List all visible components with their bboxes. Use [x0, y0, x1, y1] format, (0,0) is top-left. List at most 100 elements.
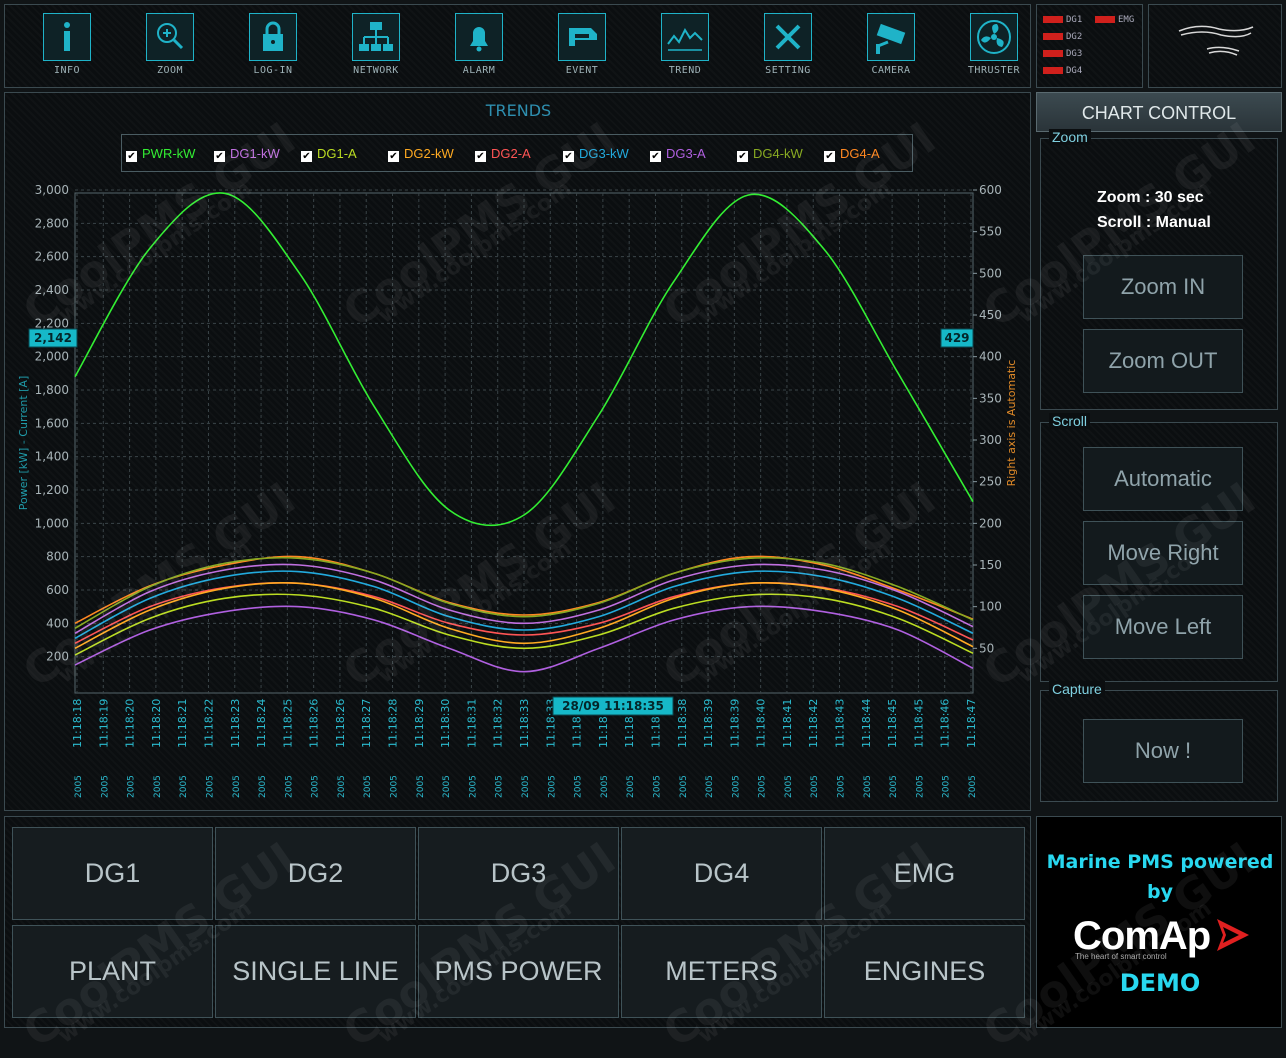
- logo-panel: [1148, 4, 1282, 88]
- scroll-group: Scroll Automatic Move Right Move Left: [1040, 413, 1278, 682]
- y-left-tick-label: 600: [46, 583, 69, 597]
- led-icon: [1043, 16, 1063, 23]
- toolbar-label: CAMERA: [871, 65, 911, 76]
- status-panel: DG1 EMG DG2 DG3 DG4: [1036, 4, 1143, 88]
- y-right-tick-label: 400: [979, 350, 1002, 364]
- toolbar-network-button[interactable]: NETWORK: [340, 13, 412, 83]
- x-date-label: 2005: [758, 775, 768, 798]
- x-tick-label: 11:18:42: [807, 699, 820, 748]
- status-dg2: DG2: [1043, 32, 1082, 42]
- x-date-label: 2005: [731, 775, 741, 798]
- x-date-label: 2005: [521, 775, 531, 798]
- x-tick-label: 11:18:18: [71, 699, 84, 748]
- x-date-label: 2005: [258, 775, 268, 798]
- x-date-label: 2005: [416, 775, 426, 798]
- status-label: DG4: [1066, 66, 1083, 76]
- x-date-label: 2005: [390, 775, 400, 798]
- nav-dg4-button[interactable]: DG4: [621, 827, 822, 920]
- brand-demo: DEMO: [1119, 969, 1201, 997]
- toolbar-label: NETWORK: [353, 65, 399, 76]
- trend-chart[interactable]: 11:18:18 2005 11:18:19 2005 11:18:20 2005 11:1…: [5, 93, 1032, 812]
- status-label: EMG: [1118, 15, 1135, 25]
- x-tick-label: 11:18:44: [860, 699, 873, 748]
- led-icon: [1043, 33, 1063, 40]
- camera-icon: [867, 13, 915, 61]
- toolbar-thruster-button[interactable]: THRUSTER: [958, 13, 1030, 83]
- cursor-time-marker: 28/09 11:18:35: [562, 699, 664, 713]
- y-right-axis-title: Right axis is Automatic: [1005, 360, 1018, 487]
- nav-dg2-button[interactable]: DG2: [215, 827, 416, 920]
- x-date-label: 2005: [153, 775, 163, 798]
- x-date-label: 2005: [574, 775, 584, 798]
- x-date-label: 2005: [74, 775, 84, 798]
- x-date-label: 2005: [337, 775, 347, 798]
- capture-now-button[interactable]: Now !: [1083, 719, 1243, 783]
- toolbar-label: THRUSTER: [967, 65, 1021, 76]
- y-left-axis-title: Power [kW] - Current [A]: [17, 376, 30, 510]
- zoom-out-button[interactable]: Zoom OUT: [1083, 329, 1243, 393]
- y-right-tick-label: 550: [979, 225, 1002, 239]
- zoom-icon: [146, 13, 194, 61]
- toolbar-log-in-button[interactable]: LOG-IN: [237, 13, 309, 83]
- x-date-label: 2005: [863, 775, 873, 798]
- x-date-label: 2005: [837, 775, 847, 798]
- toolbar-zoom-button[interactable]: ZOOM: [134, 13, 206, 83]
- toolbar-alarm-button[interactable]: ALARM: [443, 13, 515, 83]
- x-date-label: 2005: [652, 775, 662, 798]
- x-date-label: 2005: [363, 775, 373, 798]
- y-left-tick-label: 1,000: [35, 516, 69, 530]
- toolbar-event-button[interactable]: EVENT: [546, 13, 618, 83]
- x-date-label: 2005: [968, 775, 978, 798]
- toolbar-trend-button[interactable]: TREND: [649, 13, 721, 83]
- x-tick-label: 11:18:47: [965, 699, 978, 748]
- toolbar-label: ZOOM: [156, 65, 184, 76]
- left-value-marker: 2,142: [34, 331, 72, 345]
- x-tick-label: 11:18:46: [939, 699, 952, 748]
- y-right-tick-label: 100: [979, 600, 1002, 614]
- x-date-label: 2005: [179, 775, 189, 798]
- y-left-tick-label: 3,000: [35, 183, 69, 197]
- toolbar-setting-button[interactable]: SETTING: [752, 13, 824, 83]
- brand-line2: by: [1147, 881, 1173, 903]
- move-right-button[interactable]: Move Right: [1083, 521, 1243, 585]
- fan-icon: [970, 13, 1018, 61]
- toolbar-info-button[interactable]: INFO: [31, 13, 103, 83]
- y-left-tick-label: 800: [46, 550, 69, 564]
- trend-icon: [661, 13, 709, 61]
- nav-dg1-button[interactable]: DG1: [12, 827, 213, 920]
- toolbar-label: SETTING: [765, 65, 811, 76]
- x-date-label: 2005: [600, 775, 610, 798]
- nav-dg3-button[interactable]: DG3: [418, 827, 619, 920]
- x-tick-label: 11:18:31: [465, 699, 478, 748]
- led-icon: [1095, 16, 1115, 23]
- capture-group-title: Capture: [1049, 681, 1105, 697]
- x-tick-label: 11:18:40: [755, 699, 768, 748]
- network-icon: [352, 13, 400, 61]
- toolbar-camera-button[interactable]: CAMERA: [855, 13, 927, 83]
- status-label: DG3: [1066, 49, 1083, 59]
- nav-emg-button[interactable]: EMG: [824, 827, 1025, 920]
- y-left-tick-label: 1,200: [35, 483, 69, 497]
- y-left-tick-label: 2,400: [35, 283, 69, 297]
- status-label: DG2: [1066, 32, 1083, 42]
- x-date-label: 2005: [284, 775, 294, 798]
- status-dg1: DG1: [1043, 15, 1082, 25]
- y-right-tick-label: 200: [979, 516, 1002, 530]
- x-tick-label: 11:18:39: [728, 699, 741, 748]
- move-left-button[interactable]: Move Left: [1083, 595, 1243, 659]
- zoom-in-button[interactable]: Zoom IN: [1083, 255, 1243, 319]
- nav-single-line-button[interactable]: SINGLE LINE: [215, 925, 416, 1018]
- automatic-button[interactable]: Automatic: [1083, 447, 1243, 511]
- toolbar-label: INFO: [53, 65, 81, 76]
- x-date-label: 2005: [495, 775, 505, 798]
- nav-meters-button[interactable]: METERS: [621, 925, 822, 1018]
- capture-group: Capture Now !: [1040, 681, 1278, 802]
- nav-engines-button[interactable]: ENGINES: [824, 925, 1025, 1018]
- nav-pms-power-button[interactable]: PMS POWER: [418, 925, 619, 1018]
- toolbar-label: EVENT: [565, 65, 599, 76]
- zoom-group-title: Zoom: [1049, 129, 1091, 145]
- nav-plant-button[interactable]: PLANT: [12, 925, 213, 1018]
- x-tick-label: 11:18:25: [281, 699, 294, 748]
- x-tick-label: 11:18:24: [255, 699, 268, 748]
- x-date-label: 2005: [626, 775, 636, 798]
